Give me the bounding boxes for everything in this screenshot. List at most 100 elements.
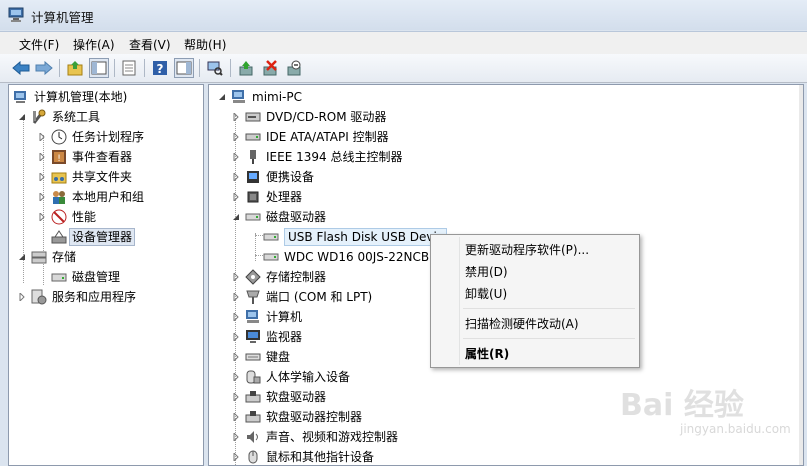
tree-item-floppy-drives[interactable]: 软盘驱动器 [231,387,326,407]
tree-item-usb-flash-disk[interactable]: USB Flash Disk USB Devic [263,227,448,247]
tree-item-disk-management[interactable]: 磁盘管理 [51,267,120,287]
tree-item-storage-controllers[interactable]: 存储控制器 [231,267,326,287]
expand-arrow-icon[interactable] [231,152,241,162]
update-driver-button[interactable] [236,58,256,78]
tree-item-ide-controller[interactable]: IDE ATA/ATAPI 控制器 [231,127,389,147]
menu-help[interactable]: 帮助(H) [184,36,226,53]
export-list-button[interactable] [119,58,139,78]
forward-button[interactable] [34,58,54,78]
tree-item-mice[interactable]: 鼠标和其他指针设备 [231,447,374,465]
tree-item-event-viewer[interactable]: ! 事件查看器 [37,147,132,167]
tree-item-keyboards[interactable]: 键盘 [231,347,290,367]
tree-label: 键盘 [266,350,291,364]
menu-separator [463,308,635,309]
tree-item-computer[interactable]: 计算机 [231,307,302,327]
tree-item-performance[interactable]: 性能 [37,207,96,227]
baidu-watermark: Bai 经验 jingyan.baidu.com [620,372,800,457]
collapse-arrow-icon[interactable] [217,92,227,102]
menu-item-properties[interactable]: 属性(R) [465,345,509,362]
expand-arrow-icon[interactable] [37,172,47,182]
tree-label: 存储 [52,250,77,264]
show-action-pane-button[interactable] [174,58,194,78]
dvd-drive-icon [245,112,261,122]
expand-arrow-icon[interactable] [37,132,47,142]
collapse-arrow-icon[interactable] [17,252,27,262]
tree-item-local-users-groups[interactable]: 本地用户和组 [37,187,144,207]
collapse-arrow-icon[interactable] [17,112,27,122]
tree-item-dvd-cdrom[interactable]: DVD/CD-ROM 驱动器 [231,107,386,127]
tree-item-floppy-controllers[interactable]: 软盘驱动器控制器 [231,407,362,427]
expand-arrow-icon[interactable] [37,212,47,222]
tree-item-storage[interactable]: 存储 [17,247,76,267]
expand-arrow-icon[interactable] [37,152,47,162]
up-level-button[interactable] [65,58,85,78]
tree-item-sound-video[interactable]: 声音、视频和游戏控制器 [231,427,398,447]
expand-arrow-icon[interactable] [231,392,241,402]
tree-item-computer-management[interactable]: 计算机管理(本地) [13,87,127,107]
menu-bar: 文件(F) 操作(A) 查看(V) 帮助(H) [0,31,807,54]
mouse-icon [248,450,258,464]
expand-arrow-icon[interactable] [231,412,241,422]
computer-icon [246,310,259,323]
tree-item-device-manager[interactable]: 设备管理器 [51,227,136,247]
svg-text:!: ! [57,154,61,164]
console-tree-pane[interactable]: 计算机管理(本地) 系统工具 任务计划程序 ! 事件查看器 共享文件夹 本地用户… [8,84,204,466]
svg-text:?: ? [157,62,164,76]
tree-label: 系统工具 [52,110,101,124]
tree-item-shared-folders[interactable]: 共享文件夹 [37,167,132,187]
expand-arrow-icon[interactable] [231,132,241,142]
uninstall-button[interactable] [260,58,280,78]
tree-label: 本地用户和组 [72,190,145,204]
expand-arrow-icon[interactable] [231,312,241,322]
tree-label: mimi-PC [252,90,302,104]
tree-item-hid[interactable]: 人体学输入设备 [231,367,350,387]
tree-label: 性能 [72,210,97,224]
expand-arrow-icon[interactable] [231,372,241,382]
expand-arrow-icon[interactable] [37,192,47,202]
tools-icon [32,109,46,124]
expand-arrow-icon[interactable] [231,272,241,282]
back-button[interactable] [11,58,31,78]
menu-item-uninstall[interactable]: 卸载(U) [465,285,507,302]
menu-item-disable[interactable]: 禁用(D) [465,263,508,280]
expand-arrow-icon[interactable] [231,352,241,362]
storage-controller-icon [245,269,261,285]
menu-item-scan-hardware[interactable]: 扫描检测硬件改动(A) [465,315,579,332]
tree-item-services-applications[interactable]: 服务和应用程序 [17,287,136,307]
expand-arrow-icon[interactable] [17,292,27,302]
tree-label: 存储控制器 [266,270,327,284]
tree-label: 计算机管理(本地) [34,90,128,104]
menu-action[interactable]: 操作(A) [73,36,115,53]
help-icon: ? [153,61,167,76]
tree-item-processors[interactable]: 处理器 [231,187,302,207]
disable-device-button[interactable] [284,58,304,78]
expand-arrow-icon[interactable] [231,452,241,462]
menu-view[interactable]: 查看(V) [129,36,171,53]
menu-item-update-driver[interactable]: 更新驱动程序软件(P)... [465,241,589,258]
expand-arrow-icon[interactable] [231,432,241,442]
show-hide-tree-button[interactable] [89,58,109,78]
tree-item-system-tools[interactable]: 系统工具 [17,107,100,127]
expand-arrow-icon[interactable] [231,292,241,302]
tree-label: 磁盘管理 [72,270,121,284]
help-button[interactable]: ? [150,58,170,78]
tree-item-ports[interactable]: 端口 (COM 和 LPT) [231,287,372,307]
tree-item-task-scheduler[interactable]: 任务计划程序 [37,127,144,147]
tree-item-disk-drives[interactable]: 磁盘驱动器 [231,207,326,227]
expand-arrow-icon[interactable] [231,192,241,202]
collapse-arrow-icon[interactable] [231,212,241,222]
expand-arrow-icon[interactable] [231,332,241,342]
tree-item-portable-devices[interactable]: 便携设备 [231,167,314,187]
tree-label: 处理器 [266,190,303,204]
event-viewer-icon: ! [52,150,66,164]
tree-label: 监视器 [266,330,303,344]
expand-arrow-icon[interactable] [231,172,241,182]
tree-item-computer-root[interactable]: mimi-PC [217,87,302,107]
tree-item-monitors[interactable]: 监视器 [231,327,302,347]
services-icon [31,289,47,305]
expand-arrow-icon[interactable] [231,112,241,122]
scan-hardware-button[interactable] [205,58,225,78]
tree-item-wdc-disk[interactable]: WDC WD16 00JS-22NCB1 [263,247,437,267]
tree-item-ieee1394[interactable]: IEEE 1394 总线主控制器 [231,147,402,167]
menu-file[interactable]: 文件(F) [19,36,59,53]
